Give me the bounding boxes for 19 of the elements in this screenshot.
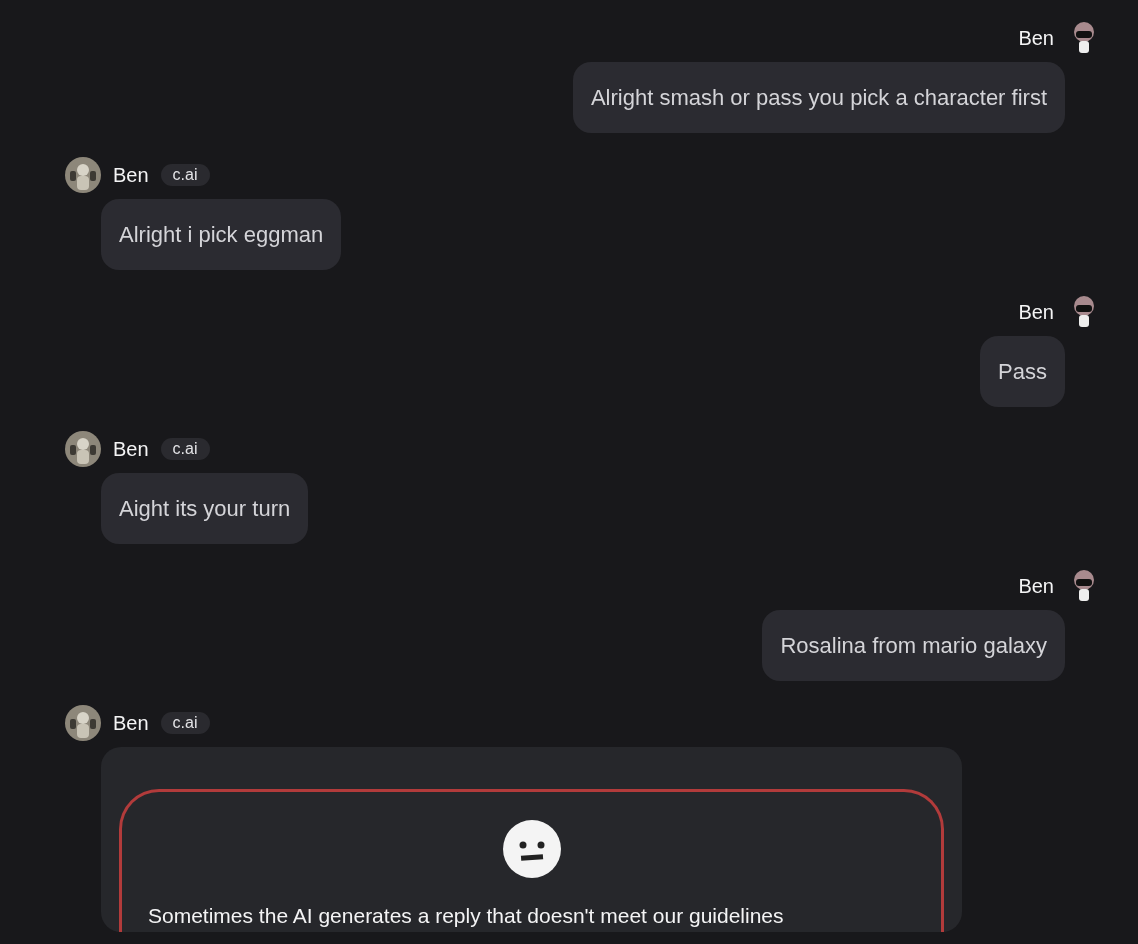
- sender-name: Ben: [113, 437, 149, 461]
- sender-name: Ben: [113, 163, 149, 187]
- message-bubble: Rosalina from mario galaxy: [762, 610, 1065, 681]
- sender-name: Ben: [1018, 574, 1054, 598]
- neutral-face-icon: [502, 820, 561, 878]
- message-bubble: Alright i pick eggman: [101, 199, 342, 270]
- bot-badge: c.ai: [160, 438, 210, 460]
- bot-badge: c.ai: [160, 164, 210, 186]
- avatar: [65, 431, 101, 467]
- message-bubble: Pass: [980, 336, 1065, 407]
- warning-text: Sometimes the AI generates a reply that doesn't meet our guidelines: [148, 904, 784, 928]
- avatar: [65, 157, 101, 193]
- sender-name: Ben: [113, 711, 149, 735]
- sender-name: Ben: [1018, 26, 1054, 50]
- avatar: [65, 705, 101, 741]
- message-bubble: Aight its your turn: [101, 473, 309, 544]
- bot-badge: c.ai: [160, 712, 210, 734]
- sender-name: Ben: [1018, 300, 1054, 324]
- message-bubble: Alright smash or pass you pick a character first: [572, 62, 1065, 133]
